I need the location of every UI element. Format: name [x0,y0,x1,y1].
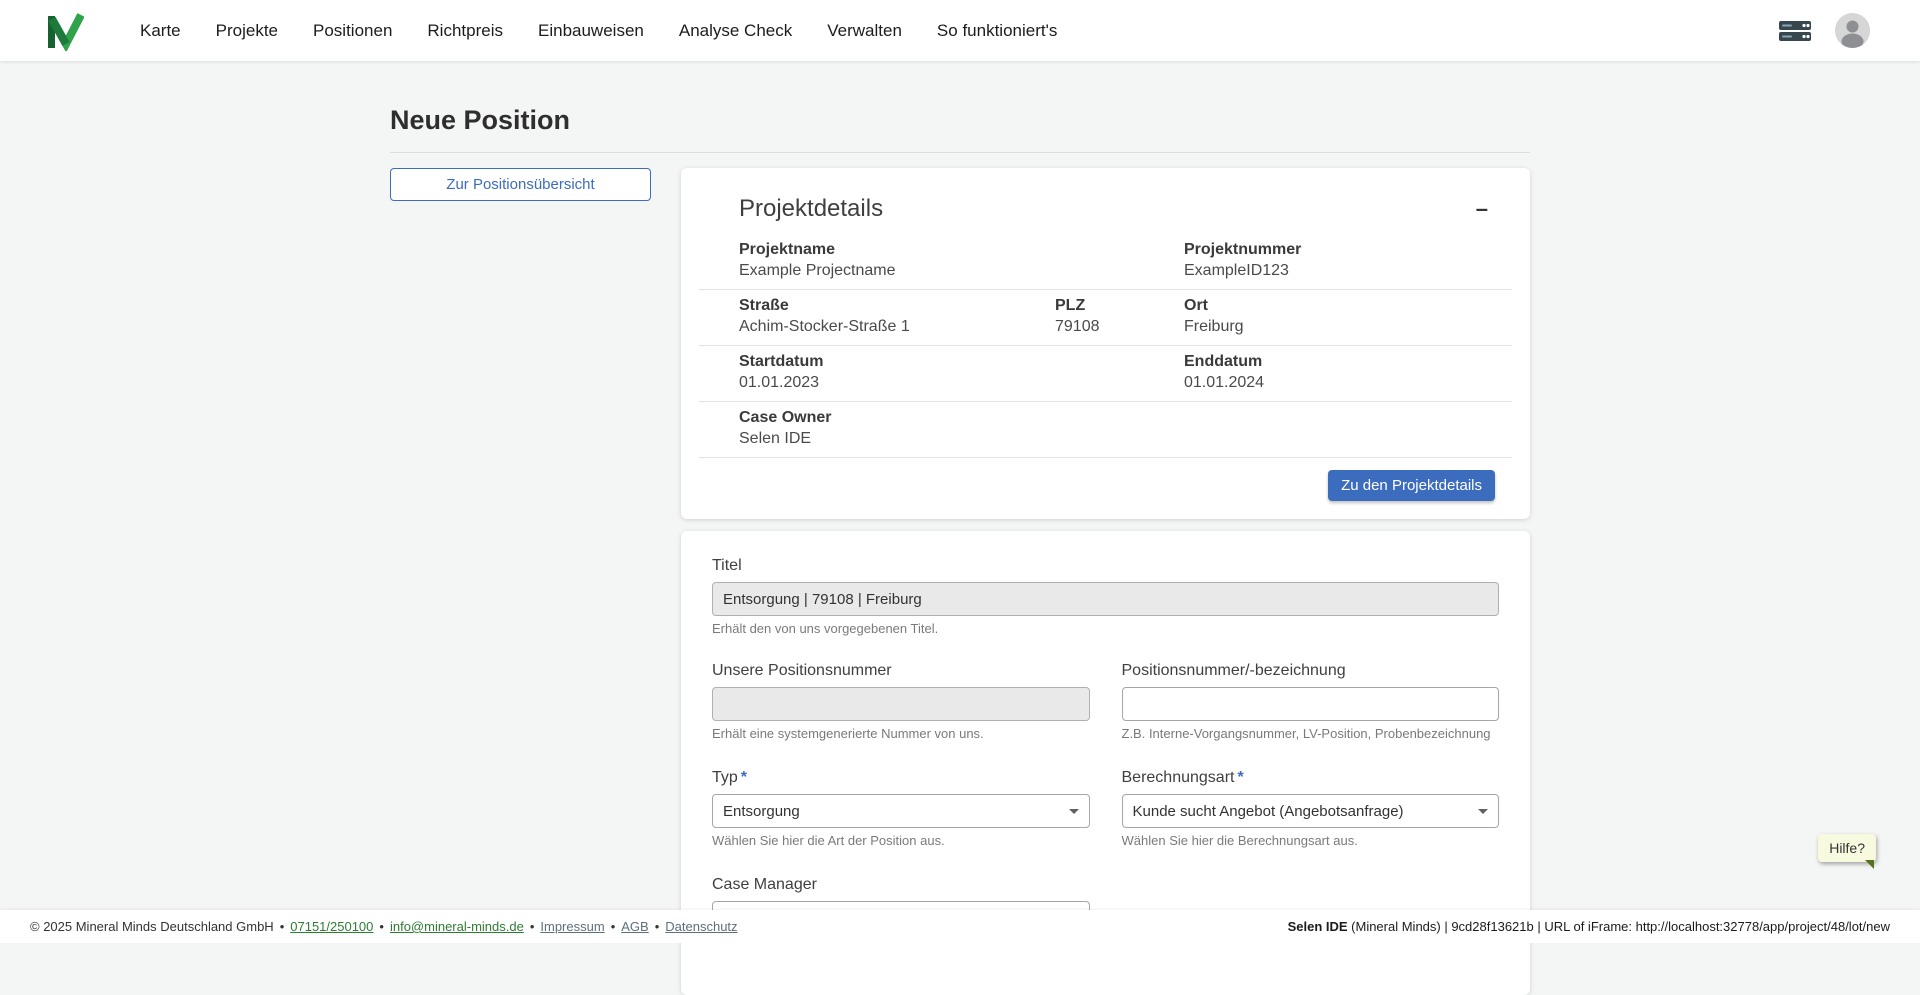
user-avatar-icon[interactable] [1835,13,1870,48]
unsere-positionsnummer-helper: Erhält eine systemgenerierte Nummer von … [712,726,1090,742]
nav-item-analyse-check[interactable]: Analyse Check [679,21,792,41]
footer-left: © 2025 Mineral Minds Deutschland GmbH • … [30,919,738,934]
required-asterisk: * [1237,769,1243,786]
left-column: Zur Positionsübersicht [390,168,651,201]
nav-item-projekte[interactable]: Projekte [216,21,278,41]
title-divider [390,152,1530,153]
footer-link-phone[interactable]: 07151/250100 [290,919,373,934]
mineral-minds-logo-icon [44,11,84,51]
project-card-title: Projektdetails [739,194,883,223]
field-ort: Ort Freiburg [1184,296,1512,336]
unsere-positionsnummer-field: Unsere Positionsnummer Erhält eine syste… [712,661,1090,742]
positionsnummer-label: Positionsnummer/-bezeichnung [1122,661,1500,681]
server-icon[interactable] [1779,20,1811,42]
typ-helper: Wählen Sie hier die Art der Position aus… [712,833,1090,849]
berechnungsart-field: Berechnungsart* Kunde sucht Angebot (Ang… [1122,768,1500,849]
main-content: Neue Position Zur Positionsübersicht Pro… [390,61,1530,995]
top-navbar: Karte Projekte Positionen Richtpreis Ein… [0,0,1920,61]
collapse-card-button[interactable]: – [1474,194,1490,224]
typ-select-value: Entsorgung [723,803,800,820]
unsere-positionsnummer-input [712,687,1090,721]
footer-link-agb[interactable]: AGB [621,919,648,934]
nav-item-verwalten[interactable]: Verwalten [827,21,902,41]
main-nav: Karte Projekte Positionen Richtpreis Ein… [140,21,1057,41]
typ-field: Typ* Entsorgung Wählen Sie hier die Art … [712,768,1090,849]
right-column: Projektdetails – Projektname Example Pro… [681,168,1530,995]
field-startdatum: Startdatum 01.01.2023 [699,352,1184,392]
position-overview-button[interactable]: Zur Positionsübersicht [390,168,651,201]
titel-helper: Erhält den von uns vorgegebenen Titel. [712,621,1499,637]
go-to-project-details-button[interactable]: Zu den Projektdetails [1328,470,1495,501]
footer-link-impressum[interactable]: Impressum [540,919,604,934]
required-asterisk: * [741,769,747,786]
field-enddatum: Enddatum 01.01.2024 [1184,352,1512,392]
field-strasse: Straße Achim-Stocker-Straße 1 [699,296,1055,336]
typ-label: Typ* [712,768,1090,788]
table-row: Straße Achim-Stocker-Straße 1 PLZ 79108 … [699,290,1512,346]
table-row: Projektname Example Projectname Projektn… [699,234,1512,290]
field-projektname: Projektname Example Projectname [699,240,1184,280]
titel-label: Titel [712,556,1499,576]
positionsnummer-helper: Z.B. Interne-Vorgangsnummer, LV-Position… [1122,726,1500,742]
berechnungsart-helper: Wählen Sie hier die Berechnungsart aus. [1122,833,1500,849]
nav-item-richtpreis[interactable]: Richtpreis [427,21,503,41]
field-plz: PLZ 79108 [1055,296,1184,336]
berechnungsart-label: Berechnungsart* [1122,768,1500,788]
unsere-positionsnummer-label: Unsere Positionsnummer [712,661,1090,681]
footer-link-email[interactable]: info@mineral-minds.de [390,919,524,934]
nav-item-so-funktionierts[interactable]: So funktioniert's [937,21,1057,41]
help-button[interactable]: Hilfe? [1818,834,1876,862]
footer-session-info: Selen IDE (Mineral Minds) | 9cd28f13621b… [1288,919,1890,934]
copyright-text: © 2025 Mineral Minds Deutschland GmbH [30,919,274,934]
titel-input [712,582,1499,616]
nav-item-positionen[interactable]: Positionen [313,21,392,41]
project-details-table: Projektname Example Projectname Projektn… [699,234,1512,458]
nav-item-einbauweisen[interactable]: Einbauweisen [538,21,644,41]
table-row: Startdatum 01.01.2023 Enddatum 01.01.202… [699,346,1512,402]
brand-logo[interactable] [44,11,84,51]
navbar-right [1779,13,1870,48]
typ-select[interactable]: Entsorgung [712,794,1090,828]
field-projektnummer: Projektnummer ExampleID123 [1184,240,1512,280]
page-title: Neue Position [390,104,1530,137]
positionsnummer-input[interactable] [1122,687,1500,721]
project-details-card: Projektdetails – Projektname Example Pro… [681,168,1530,519]
field-case-owner: Case Owner Selen IDE [699,408,1512,448]
titel-field: Titel Erhält den von uns vorgegebenen Ti… [712,556,1499,637]
case-manager-label: Case Manager [712,875,1090,895]
berechnungsart-select-value: Kunde sucht Angebot (Angebotsanfrage) [1133,803,1404,820]
berechnungsart-select[interactable]: Kunde sucht Angebot (Angebotsanfrage) [1122,794,1500,828]
footer-link-datenschutz[interactable]: Datenschutz [665,919,737,934]
positionsnummer-field: Positionsnummer/-bezeichnung Z.B. Intern… [1122,661,1500,742]
nav-item-karte[interactable]: Karte [140,21,181,41]
table-row: Case Owner Selen IDE [699,402,1512,458]
footer: © 2025 Mineral Minds Deutschland GmbH • … [0,910,1920,943]
